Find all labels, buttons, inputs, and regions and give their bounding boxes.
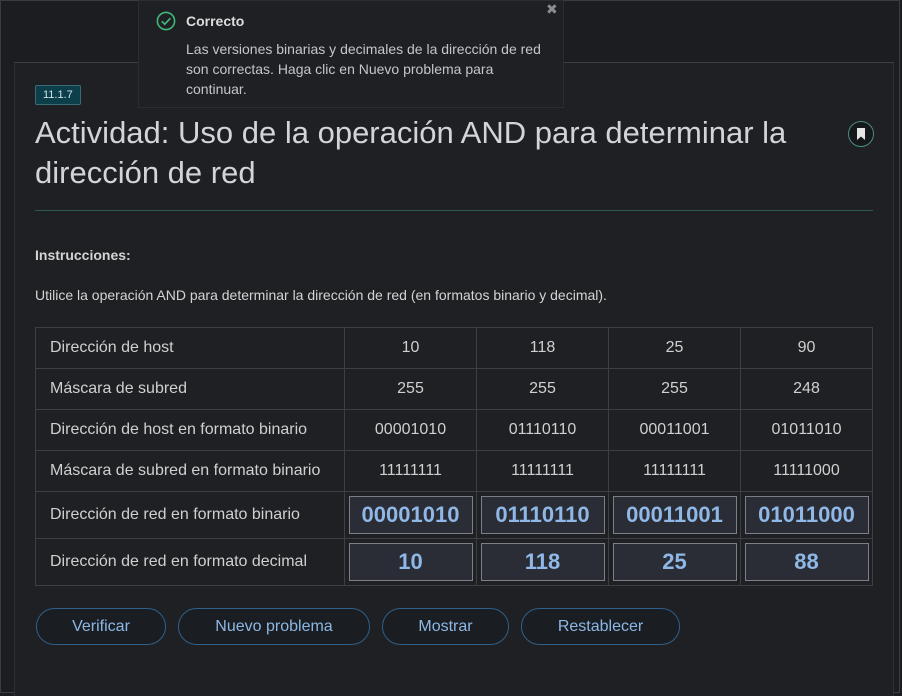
- cell-value: 255: [344, 368, 477, 410]
- answer-cell: 00001010: [344, 491, 477, 539]
- instructions-text: Utilice la operación AND para determinar…: [35, 287, 607, 303]
- answer-cell: 10: [344, 538, 477, 586]
- new-problem-button[interactable]: Nuevo problema: [178, 608, 370, 645]
- instructions-label: Instrucciones:: [35, 247, 131, 263]
- answer-cell: 00011001: [608, 491, 741, 539]
- toast-message: Las versiones binarias y decimales de la…: [186, 41, 541, 97]
- success-toast: Correcto Las versiones binarias y decima…: [138, 0, 564, 108]
- toast-title: Correcto: [186, 13, 245, 29]
- table-row-network-binary: Dirección de red en formato binario 0000…: [35, 491, 873, 539]
- cell-value: 90: [740, 327, 873, 369]
- activity-number-badge: 11.1.7: [35, 85, 81, 105]
- cell-value: 00001010: [344, 409, 477, 451]
- check-circle-icon: [156, 11, 176, 31]
- cell-value: 255: [608, 368, 741, 410]
- page-title: Actividad: Uso de la operación AND para …: [35, 115, 787, 190]
- cell-value: 11111111: [344, 450, 477, 492]
- network-decimal-input-3[interactable]: 25: [612, 543, 737, 581]
- network-decimal-input-4[interactable]: 88: [744, 543, 869, 581]
- network-decimal-input-1[interactable]: 10: [348, 543, 473, 581]
- row-label: Dirección de red en formato binario: [35, 491, 345, 539]
- cell-value: 11111000: [740, 450, 873, 492]
- table-row-host-address: Dirección de host 10 118 25 90: [35, 327, 873, 369]
- table-row-mask-binary: Máscara de subred en formato binario 111…: [35, 450, 873, 492]
- answer-cell: 01011000: [740, 491, 873, 539]
- table-row-host-binary: Dirección de host en formato binario 000…: [35, 409, 873, 451]
- title-divider: [35, 210, 873, 211]
- network-binary-input-4[interactable]: 01011000: [744, 496, 869, 534]
- row-label: Dirección de red en formato decimal: [35, 538, 345, 586]
- address-table: Dirección de host 10 118 25 90 Máscara d…: [35, 327, 873, 586]
- cell-value: 255: [476, 368, 609, 410]
- cell-value: 11111111: [608, 450, 741, 492]
- verify-button[interactable]: Verificar: [36, 608, 166, 645]
- bookmark-icon: [857, 128, 865, 140]
- network-binary-input-2[interactable]: 01110110: [480, 496, 605, 534]
- table-row-subnet-mask: Máscara de subred 255 255 255 248: [35, 368, 873, 410]
- close-icon[interactable]: ✖: [546, 1, 558, 18]
- answer-cell: 01110110: [476, 491, 609, 539]
- answer-cell: 118: [476, 538, 609, 586]
- answer-cell: 88: [740, 538, 873, 586]
- cell-value: 10: [344, 327, 477, 369]
- cell-value: 118: [476, 327, 609, 369]
- network-decimal-input-2[interactable]: 118: [480, 543, 605, 581]
- bookmark-button[interactable]: [848, 121, 874, 147]
- table-row-network-decimal: Dirección de red en formato decimal 10 1…: [35, 538, 873, 586]
- row-label: Dirección de host en formato binario: [35, 409, 345, 451]
- row-label: Dirección de host: [35, 327, 345, 369]
- network-binary-input-3[interactable]: 00011001: [612, 496, 737, 534]
- show-button[interactable]: Mostrar: [382, 608, 509, 645]
- cell-value: 248: [740, 368, 873, 410]
- cell-value: 01110110: [476, 409, 609, 451]
- answer-cell: 25: [608, 538, 741, 586]
- cell-value: 25: [608, 327, 741, 369]
- cell-value: 00011001: [608, 409, 741, 451]
- reset-button[interactable]: Restablecer: [521, 608, 680, 645]
- cell-value: 01011010: [740, 409, 873, 451]
- row-label: Máscara de subred en formato binario: [35, 450, 345, 492]
- network-binary-input-1[interactable]: 00001010: [348, 496, 473, 534]
- row-label: Máscara de subred: [35, 368, 345, 410]
- cell-value: 11111111: [476, 450, 609, 492]
